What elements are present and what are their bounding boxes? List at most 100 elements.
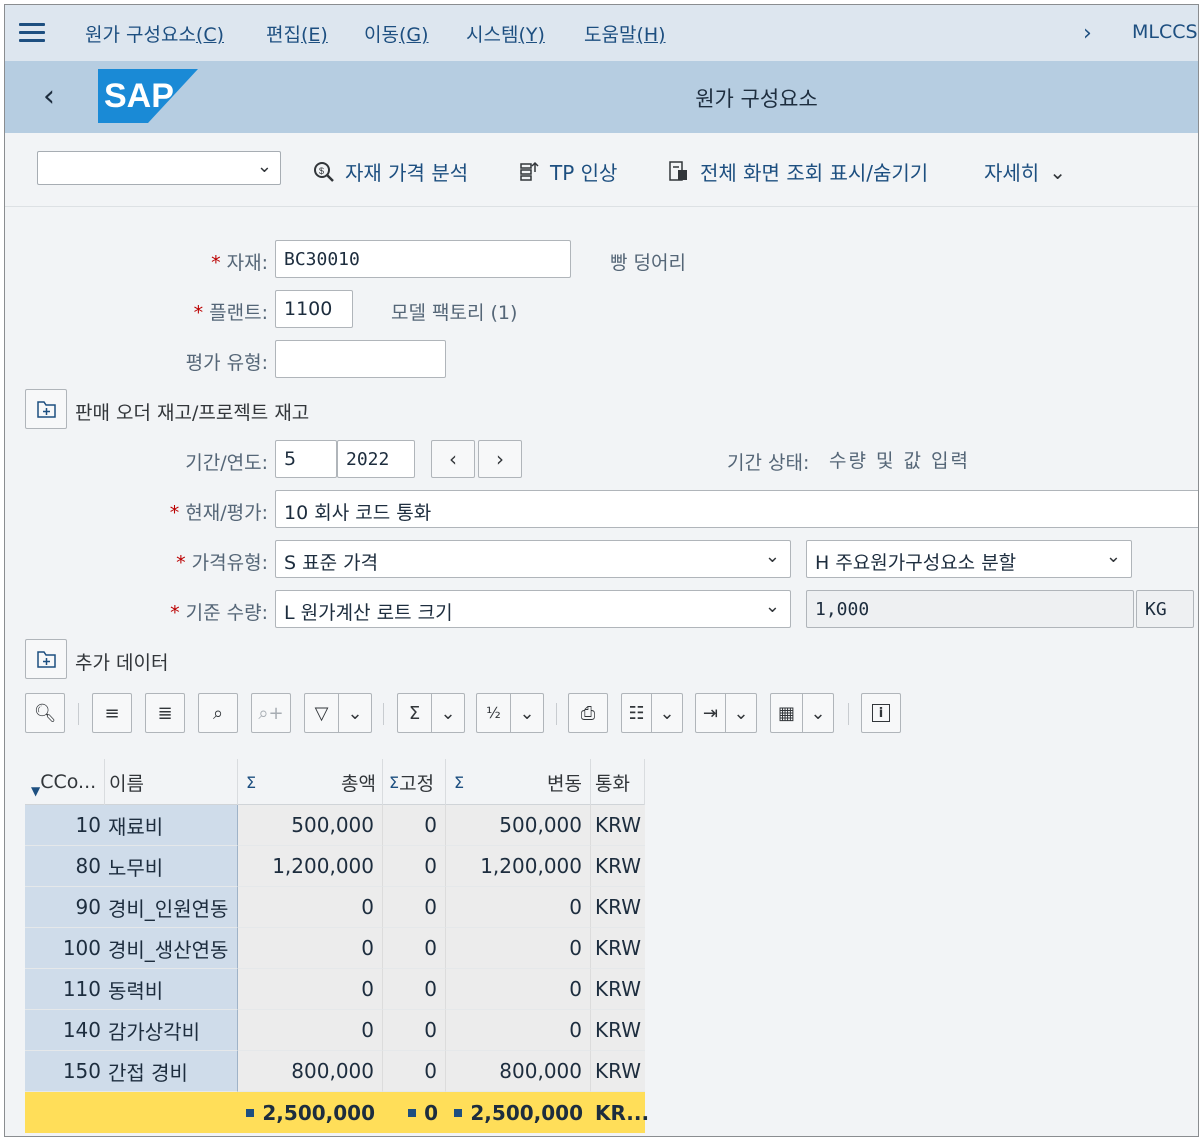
tp-increase-button[interactable]: TP 인상	[518, 157, 617, 186]
menu-cost-component[interactable]: 원가 구성요소(C)	[85, 20, 224, 47]
name-cell[interactable]: 재료비	[105, 805, 238, 846]
column-header-fixed[interactable]: Σ 고정	[383, 759, 446, 805]
hamburger-menu-icon[interactable]	[19, 23, 45, 43]
currency-cell[interactable]: KRW	[591, 969, 645, 1010]
variable-cell[interactable]: 0	[446, 969, 591, 1010]
price-type-select[interactable]: S 표준 가격 ⌄	[275, 540, 791, 578]
variable-sum: 2,500,000	[446, 1092, 591, 1133]
table-row[interactable]: 140 감가상각비 0 0 0 KRW	[25, 1010, 645, 1051]
currency-cell[interactable]: KRW	[591, 1010, 645, 1051]
period-input[interactable]: 5	[275, 440, 337, 478]
cost-component-cell[interactable]: 150	[25, 1051, 105, 1092]
fixed-cell[interactable]: 0	[383, 1010, 446, 1051]
name-cell[interactable]: 경비_인원연동	[105, 887, 238, 928]
total-cell[interactable]: 0	[238, 928, 383, 969]
currency-cell[interactable]: KRW	[591, 887, 645, 928]
chevron-right-icon[interactable]: ›	[1083, 21, 1092, 46]
views-button[interactable]: ☷ ⌄	[621, 693, 683, 733]
table-row[interactable]: 110 동력비 0 0 0 KRW	[25, 969, 645, 1010]
total-button[interactable]: Σ ⌄	[397, 693, 465, 733]
sort-descending-button[interactable]: ≣	[145, 693, 185, 733]
material-input[interactable]: BC30010	[275, 240, 571, 278]
cost-component-cell[interactable]: 100	[25, 928, 105, 969]
variable-cell[interactable]: 0	[446, 1010, 591, 1051]
filter-button[interactable]: ▽ ⌄	[304, 693, 372, 733]
menu-goto[interactable]: 이동(G)	[364, 20, 429, 47]
total-cell[interactable]: 1,200,000	[238, 846, 383, 887]
previous-period-button[interactable]: ‹	[431, 440, 475, 478]
menu-help[interactable]: 도움말(H)	[584, 20, 666, 47]
currency-cell[interactable]: KRW	[591, 928, 645, 969]
period-status-label: 기간 상태:	[727, 452, 810, 474]
total-cell[interactable]: 0	[238, 969, 383, 1010]
total-cell[interactable]: 800,000	[238, 1051, 383, 1092]
expand-icon	[37, 651, 56, 668]
column-header-currency[interactable]: 통화	[591, 759, 645, 805]
more-button[interactable]: 자세히 ⌄	[984, 157, 1066, 186]
fixed-cell[interactable]: 0	[383, 846, 446, 887]
period-status-value: 수량 및 값 입력	[829, 450, 970, 472]
valuation-type-input[interactable]	[275, 340, 446, 378]
table-row[interactable]: 80 노무비 1,200,000 0 1,200,000 KRW	[25, 846, 645, 887]
find-next-button[interactable]: ⌕+	[251, 693, 291, 733]
total-cell[interactable]: 0	[238, 887, 383, 928]
material-price-analysis-button[interactable]: $ 자재 가격 분석	[313, 157, 468, 186]
currency-valuation-input[interactable]: 10 회사 코드 통화	[275, 490, 1198, 528]
export-button[interactable]: ⇥ ⌄	[695, 693, 757, 733]
currency-cell[interactable]: KRW	[591, 1051, 645, 1092]
search-plus-icon: ⌕+	[258, 702, 284, 724]
cost-component-split-select[interactable]: H 주요원가구성요소 분할 ⌄	[806, 540, 1132, 578]
column-header-cost-component[interactable]: ▼ CCo...	[25, 759, 105, 805]
name-cell[interactable]: 감가상각비	[105, 1010, 238, 1051]
cost-component-cell[interactable]: 80	[25, 846, 105, 887]
fixed-cell[interactable]: 0	[383, 928, 446, 969]
column-header-variable[interactable]: Σ 변동	[446, 759, 591, 805]
cost-component-cell[interactable]: 90	[25, 887, 105, 928]
toolbar-dropdown[interactable]: ⌄	[37, 151, 281, 185]
fixed-cell[interactable]: 0	[383, 805, 446, 846]
menu-edit[interactable]: 편집(E)	[266, 20, 328, 47]
layout-button[interactable]: ▦ ⌄	[770, 693, 834, 733]
variable-cell[interactable]: 1,200,000	[446, 846, 591, 887]
name-cell[interactable]: 간접 경비	[105, 1051, 238, 1092]
year-input[interactable]: 2022	[337, 440, 415, 478]
plant-input[interactable]: 1100	[275, 290, 353, 328]
column-header-name[interactable]: 이름	[105, 759, 238, 805]
total-cell[interactable]: 0	[238, 1010, 383, 1051]
cost-component-cell[interactable]: 140	[25, 1010, 105, 1051]
name-cell[interactable]: 경비_생산연동	[105, 928, 238, 969]
name-cell[interactable]: 노무비	[105, 846, 238, 887]
print-button[interactable]: ⎙	[568, 693, 608, 733]
table-row[interactable]: 100 경비_생산연동 0 0 0 KRW	[25, 928, 645, 969]
fixed-cell[interactable]: 0	[383, 887, 446, 928]
variable-cell[interactable]: 500,000	[446, 805, 591, 846]
menu-system[interactable]: 시스템(Y)	[466, 20, 545, 47]
next-period-button[interactable]: ›	[478, 440, 522, 478]
find-button[interactable]: ⌕	[198, 693, 238, 733]
details-button[interactable]: 🔍︎	[25, 693, 65, 733]
fixed-cell[interactable]: 0	[383, 969, 446, 1010]
cost-component-cell[interactable]: 110	[25, 969, 105, 1010]
subtotal-button[interactable]: ½ ⌄	[476, 693, 544, 733]
name-cell[interactable]: 동력비	[105, 969, 238, 1010]
chevron-down-icon: ⌄	[764, 596, 780, 617]
base-quantity-select[interactable]: L 원가계산 로트 크기 ⌄	[275, 590, 791, 628]
fullscreen-toggle-button[interactable]: 전체 화면 조회 표시/숨기기	[668, 157, 928, 186]
fixed-cell[interactable]: 0	[383, 1051, 446, 1092]
variable-cell[interactable]: 800,000	[446, 1051, 591, 1092]
table-row[interactable]: 10 재료비 500,000 0 500,000 KRW	[25, 805, 645, 846]
currency-cell[interactable]: KRW	[591, 846, 645, 887]
expand-sales-order-button[interactable]	[25, 389, 67, 429]
sum-icon: Σ	[454, 772, 465, 792]
table-row[interactable]: 150 간접 경비 800,000 0 800,000 KRW	[25, 1051, 645, 1092]
info-button[interactable]: i	[861, 693, 901, 733]
variable-cell[interactable]: 0	[446, 887, 591, 928]
column-header-total[interactable]: Σ 총액	[238, 759, 383, 805]
cost-component-cell[interactable]: 10	[25, 805, 105, 846]
sort-ascending-button[interactable]: ≡	[92, 693, 132, 733]
total-cell[interactable]: 500,000	[238, 805, 383, 846]
variable-cell[interactable]: 0	[446, 928, 591, 969]
currency-cell[interactable]: KRW	[591, 805, 645, 846]
table-row[interactable]: 90 경비_인원연동 0 0 0 KRW	[25, 887, 645, 928]
expand-additional-data-button[interactable]	[25, 639, 67, 679]
